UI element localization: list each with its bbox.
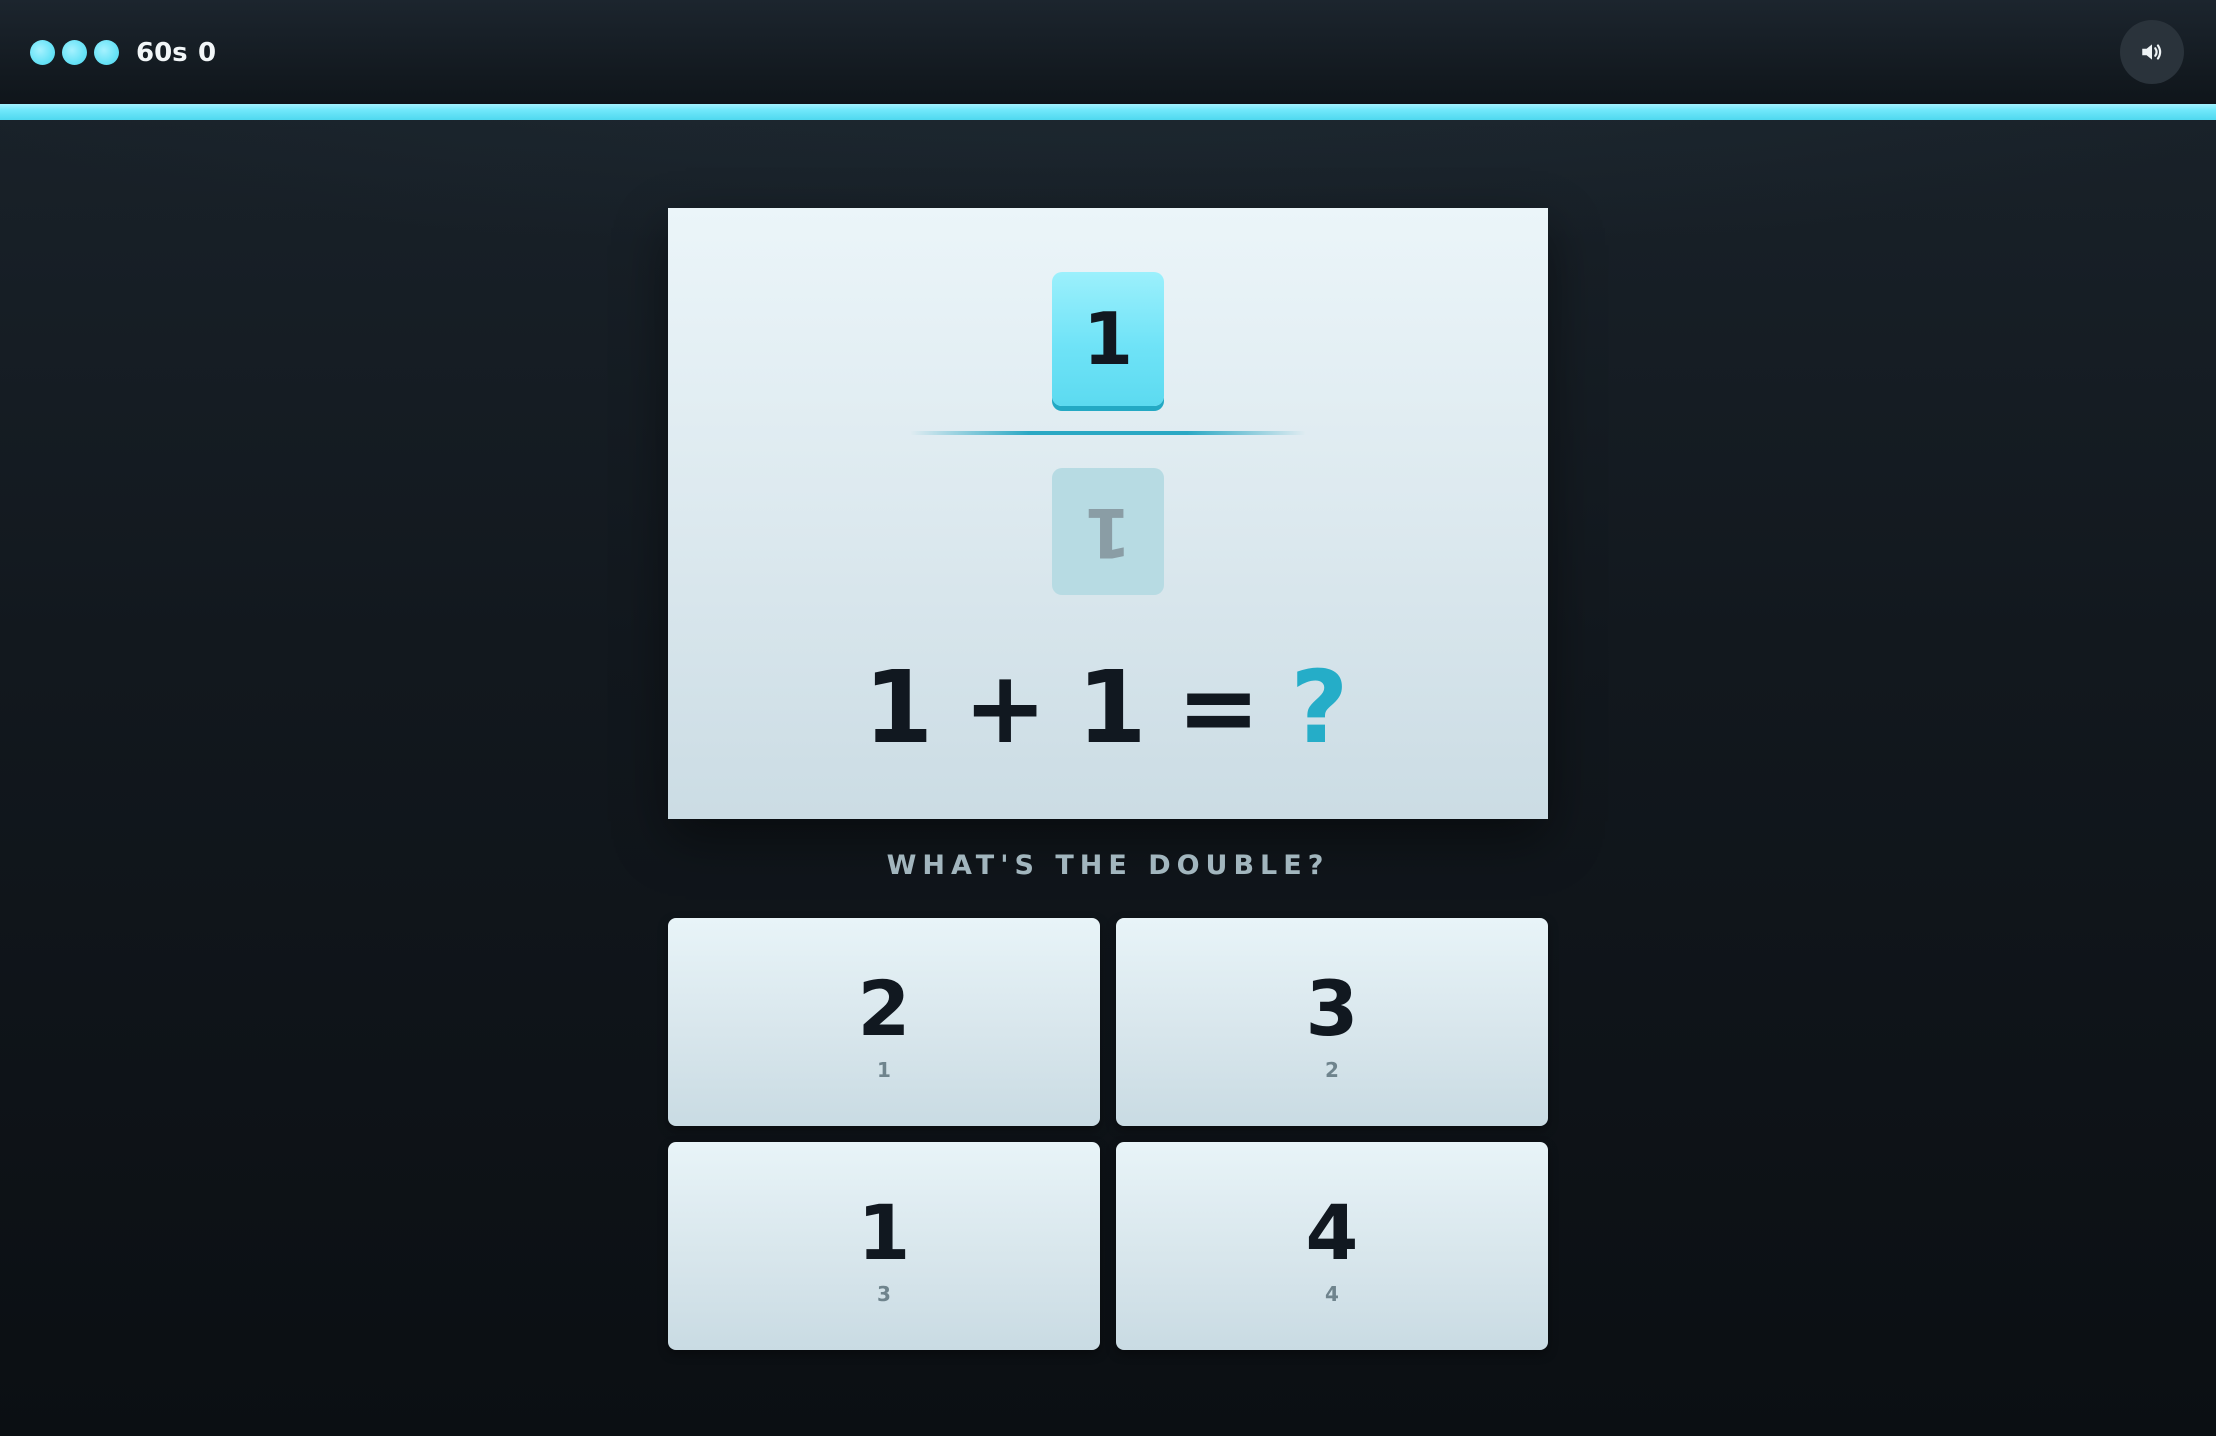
time-progress-fill xyxy=(0,104,2216,120)
equation-left-operand: 1 xyxy=(863,649,938,766)
top-bar: 60s 0 xyxy=(0,0,2216,104)
answer-shortcut-key: 3 xyxy=(877,1282,891,1306)
answer-button-3[interactable]: 1 3 xyxy=(668,1142,1100,1350)
number-tile-mirrored: 1 xyxy=(1052,468,1164,595)
problem-card: 1 1 1 +1 =? xyxy=(668,208,1548,819)
score: 0 xyxy=(198,38,217,68)
equation-operator: + xyxy=(963,649,1051,766)
answer-value: 4 xyxy=(1305,1188,1359,1277)
timer: 60s xyxy=(136,38,188,68)
answer-shortcut-key: 2 xyxy=(1325,1058,1339,1082)
answer-button-2[interactable]: 3 2 xyxy=(1116,918,1548,1126)
answer-shortcut-key: 4 xyxy=(1325,1282,1339,1306)
life-dot xyxy=(30,40,55,65)
mirrored-digit: 1 xyxy=(1084,492,1132,571)
question-prompt: WHAT'S THE DOUBLE? xyxy=(886,850,1330,881)
lives-indicator xyxy=(30,40,119,65)
mirror-divider xyxy=(910,431,1306,435)
equation: 1 +1 =? xyxy=(668,648,1548,768)
answer-value: 1 xyxy=(857,1188,911,1277)
answer-shortcut-key: 1 xyxy=(877,1058,891,1082)
answer-button-4[interactable]: 4 4 xyxy=(1116,1142,1548,1350)
answer-grid: 2 1 3 2 1 3 4 4 xyxy=(668,918,1548,1350)
number-tile-top: 1 xyxy=(1052,272,1164,406)
equation-right-operand: 1 xyxy=(1076,649,1151,766)
answer-value: 3 xyxy=(1305,964,1359,1053)
equation-equals: = xyxy=(1176,649,1265,766)
life-dot xyxy=(94,40,119,65)
answer-value: 2 xyxy=(857,964,911,1053)
sound-toggle-button[interactable] xyxy=(2120,20,2184,84)
answer-button-1[interactable]: 2 1 xyxy=(668,918,1100,1126)
speaker-volume-icon xyxy=(2142,44,2162,60)
time-progress-bar xyxy=(0,104,2216,120)
life-dot xyxy=(62,40,87,65)
equation-unknown: ? xyxy=(1290,649,1353,766)
